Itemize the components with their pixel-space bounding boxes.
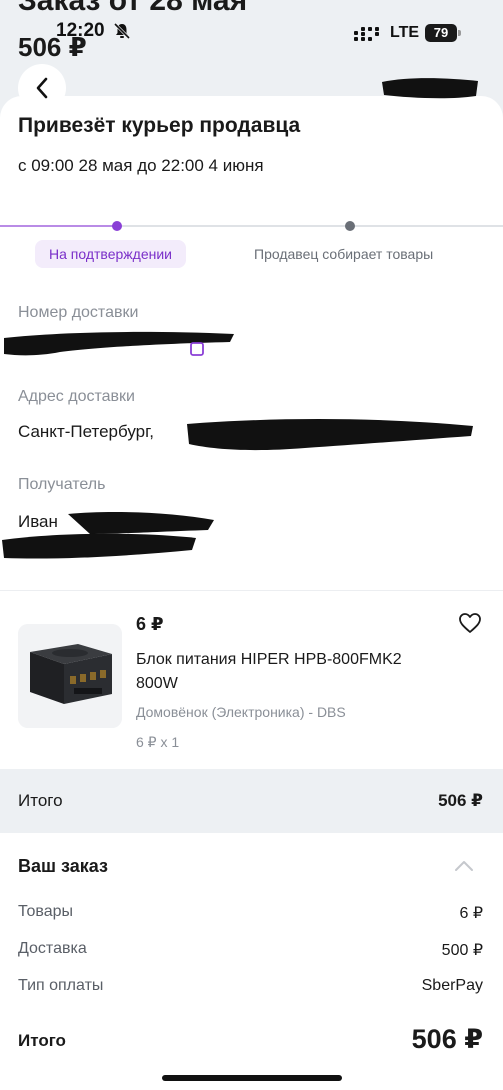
- product-seller[interactable]: Домовёнок (Электроника) - DBS: [136, 704, 346, 720]
- signal-icon: [354, 27, 379, 41]
- battery-icon: 79: [425, 24, 461, 42]
- summary-delivery-label: Доставка: [18, 940, 87, 957]
- copy-icon[interactable]: [188, 338, 208, 358]
- total-band: Итого 506 ₽: [0, 769, 503, 833]
- total-band-value: 506 ₽: [438, 791, 483, 810]
- order-summary-title[interactable]: Ваш заказ: [18, 856, 108, 877]
- product-image[interactable]: [18, 624, 122, 728]
- back-button[interactable]: [18, 64, 66, 112]
- chevron-left-icon: [36, 77, 48, 99]
- summary-goods-value: 6 ₽: [459, 905, 483, 922]
- summary-goods-label: Товары: [18, 903, 74, 920]
- section-divider: [0, 590, 503, 591]
- delivery-title: Привезёт курьер продавца: [18, 114, 301, 137]
- power-supply-image: [18, 624, 122, 728]
- network-type: LTE: [390, 24, 420, 41]
- address-value: Санкт-Петербург,: [18, 422, 154, 441]
- product-price: 6 ₽: [136, 614, 164, 634]
- delivery-number-label: Номер доставки: [18, 304, 139, 321]
- bell-muted-icon: [113, 22, 131, 40]
- redacted-header-action: [382, 78, 478, 99]
- recipient-label: Получатель: [18, 476, 106, 493]
- battery-cap: [458, 30, 461, 36]
- product-quantity: 6 ₽ x 1: [136, 734, 180, 750]
- summary-payment-value: SberPay: [421, 977, 483, 994]
- redacted-address: [187, 419, 473, 451]
- chevron-up-icon[interactable]: [454, 860, 474, 872]
- order-sheet: Привезёт курьер продавца с 09:00 28 мая …: [0, 96, 503, 1090]
- status-next-label: Продавец собирает товары: [254, 246, 434, 262]
- summary-payment-label: Тип оплаты: [18, 977, 104, 994]
- progress-line-pending: [118, 225, 503, 227]
- page-title-ghost: Заказ от 28 мая: [18, 0, 248, 17]
- summary-total-label: Итого: [18, 1031, 66, 1050]
- redacted-recipient: [2, 512, 214, 559]
- progress-dot-next: [345, 221, 355, 231]
- summary-total-value: 506 ₽: [411, 1024, 483, 1054]
- total-band-label: Итого: [18, 791, 63, 810]
- home-indicator[interactable]: [162, 1075, 342, 1081]
- progress-dot-current: [112, 221, 122, 231]
- product-name[interactable]: Блок питания HIPER HPB-800FMK2 800W: [136, 648, 446, 696]
- summary-delivery-value: 500 ₽: [441, 942, 483, 959]
- status-time: 12:20: [56, 20, 105, 41]
- address-label: Адрес доставки: [18, 388, 135, 405]
- delivery-time-window: с 09:00 28 мая до 22:00 4 июня: [18, 156, 264, 175]
- progress-line-done: [0, 225, 118, 227]
- battery-level: 79: [425, 24, 457, 42]
- heart-icon[interactable]: [458, 612, 482, 634]
- status-current-chip: На подтверждении: [35, 240, 186, 268]
